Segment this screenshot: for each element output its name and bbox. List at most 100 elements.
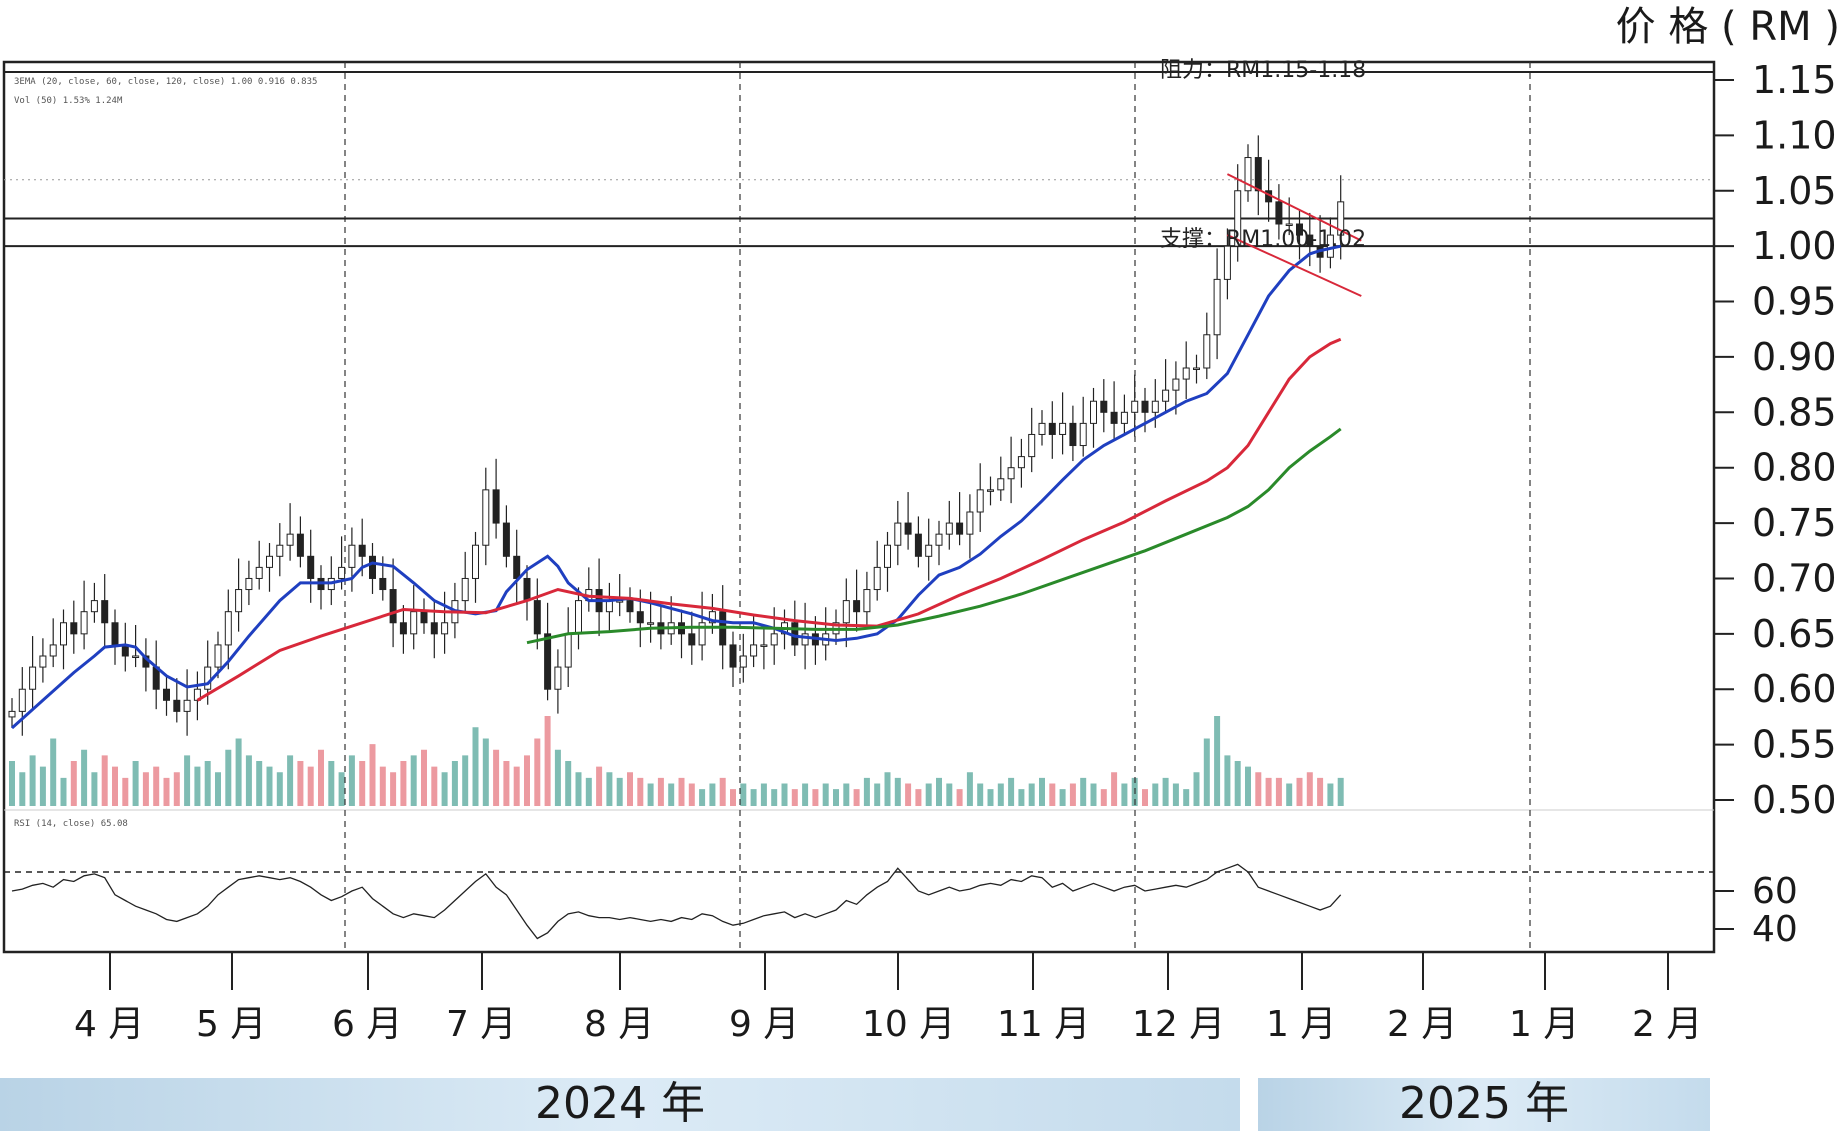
candle-body: [430, 622, 438, 635]
volume-bar: [359, 761, 366, 806]
candle-body: [729, 644, 737, 668]
candle-body: [379, 577, 387, 591]
volume-bar: [19, 772, 26, 806]
candle-body: [1110, 411, 1118, 424]
candle-body: [513, 555, 521, 579]
volume-bar: [1203, 738, 1210, 806]
candle-body: [39, 655, 47, 668]
volume-bar: [1224, 755, 1231, 806]
candle-body: [523, 577, 531, 602]
volume-bar: [1193, 772, 1200, 806]
volume-bar: [441, 772, 448, 806]
volume-bar: [225, 749, 232, 806]
candle-body: [1120, 411, 1128, 424]
volume-bar: [1255, 772, 1262, 806]
candle-body: [60, 622, 67, 646]
volume-bar: [1327, 783, 1334, 806]
volume-bar: [657, 777, 664, 806]
volume-bar: [400, 761, 407, 806]
volume-bar: [874, 783, 881, 806]
volume-bar: [596, 766, 603, 806]
volume-bar: [771, 789, 778, 806]
volume-bar: [585, 777, 592, 806]
volume-bar: [91, 772, 98, 806]
volume-bar: [1306, 772, 1313, 806]
volume-bar: [688, 783, 695, 806]
volume-bar: [812, 789, 819, 806]
candle-body: [976, 489, 984, 513]
stock-chart: 价 格 ( RM ) 3EMA (20, close, 60, close, 1…: [0, 4, 1840, 1131]
volume-bar: [1337, 777, 1344, 806]
candle-body: [183, 699, 191, 712]
rsi-tick-label: 40: [1752, 909, 1798, 950]
candle-body: [1141, 400, 1149, 413]
volume-bar: [101, 755, 108, 806]
volume-bar: [472, 727, 479, 806]
volume-bar: [194, 766, 201, 806]
candle-body: [1048, 422, 1056, 435]
candle-body: [1203, 334, 1211, 369]
volume-bar: [863, 777, 870, 806]
candle-body: [70, 622, 78, 635]
volume-bar: [977, 783, 984, 806]
volume-bar: [822, 783, 829, 806]
candle-body: [760, 644, 768, 647]
candle-body: [8, 710, 16, 718]
volume-bar: [503, 761, 510, 806]
candle-body: [750, 644, 758, 657]
candle-body: [255, 566, 263, 579]
candle-body: [1275, 201, 1283, 225]
price-tick-label: 0.90: [1752, 335, 1837, 379]
candle-body: [966, 511, 974, 535]
volume-bar: [1039, 777, 1045, 806]
candle-body: [997, 478, 1005, 491]
candle-body: [1100, 400, 1108, 413]
volume-bar: [348, 755, 355, 806]
volume-bar: [1142, 789, 1148, 806]
month-label: 8 月: [584, 1004, 654, 1045]
time-axis: 4 月 5 月 6 月 7 月 8 月 9 月 10 月 11 月 12 月 1 月 2 月 1 月 2…: [74, 952, 1702, 1045]
volume-bar: [328, 761, 335, 806]
candle-body: [1069, 422, 1077, 447]
volume-bar: [884, 772, 891, 806]
candle-body: [575, 600, 582, 635]
volume-bar: [60, 777, 67, 806]
candle-body: [286, 533, 294, 546]
volume-bar: [431, 766, 438, 806]
candle-body: [441, 622, 449, 635]
price-axis: 1.15 1.10 1.05 1.00 0.95 0.90 0.85 0.80 0.75 0.70…: [1714, 58, 1837, 950]
candle-body: [904, 522, 912, 535]
volume-bar: [29, 755, 36, 806]
volume-bar: [307, 766, 314, 806]
candle-body: [389, 589, 397, 624]
candle-body: [945, 522, 953, 535]
indicator-volume-legend: Vol (50) 1.53% 1.24M: [14, 96, 123, 106]
volume-bar: [1265, 777, 1272, 806]
candle-body: [863, 589, 871, 613]
volume-bar: [606, 772, 613, 806]
year-label-2025: 2025 年: [1399, 1078, 1569, 1129]
candle-body: [873, 566, 881, 591]
volume-bar: [235, 738, 242, 806]
volume-bar: [524, 755, 530, 806]
candle-body: [399, 622, 407, 635]
volume-bar: [1183, 789, 1190, 806]
resistance-label: 阻力：RM1.15-1.18: [1160, 58, 1366, 83]
volume-bar: [833, 789, 839, 806]
volume-bar: [730, 789, 736, 806]
volume-bar: [647, 783, 654, 806]
candle-body: [1193, 367, 1200, 370]
volume-bar: [338, 772, 345, 806]
candle-body: [111, 622, 119, 646]
volume-bar: [39, 766, 46, 806]
volume-bar: [513, 766, 520, 806]
volume-bar: [946, 783, 953, 806]
candle-body: [1079, 422, 1087, 447]
price-tick-label: 0.60: [1752, 667, 1837, 711]
volume-bar: [70, 761, 77, 806]
candle-body: [1172, 378, 1180, 391]
price-tick-label: 0.95: [1752, 280, 1837, 324]
volume-bar: [266, 766, 273, 806]
candle-body: [1131, 400, 1139, 413]
candle-body: [502, 522, 510, 557]
